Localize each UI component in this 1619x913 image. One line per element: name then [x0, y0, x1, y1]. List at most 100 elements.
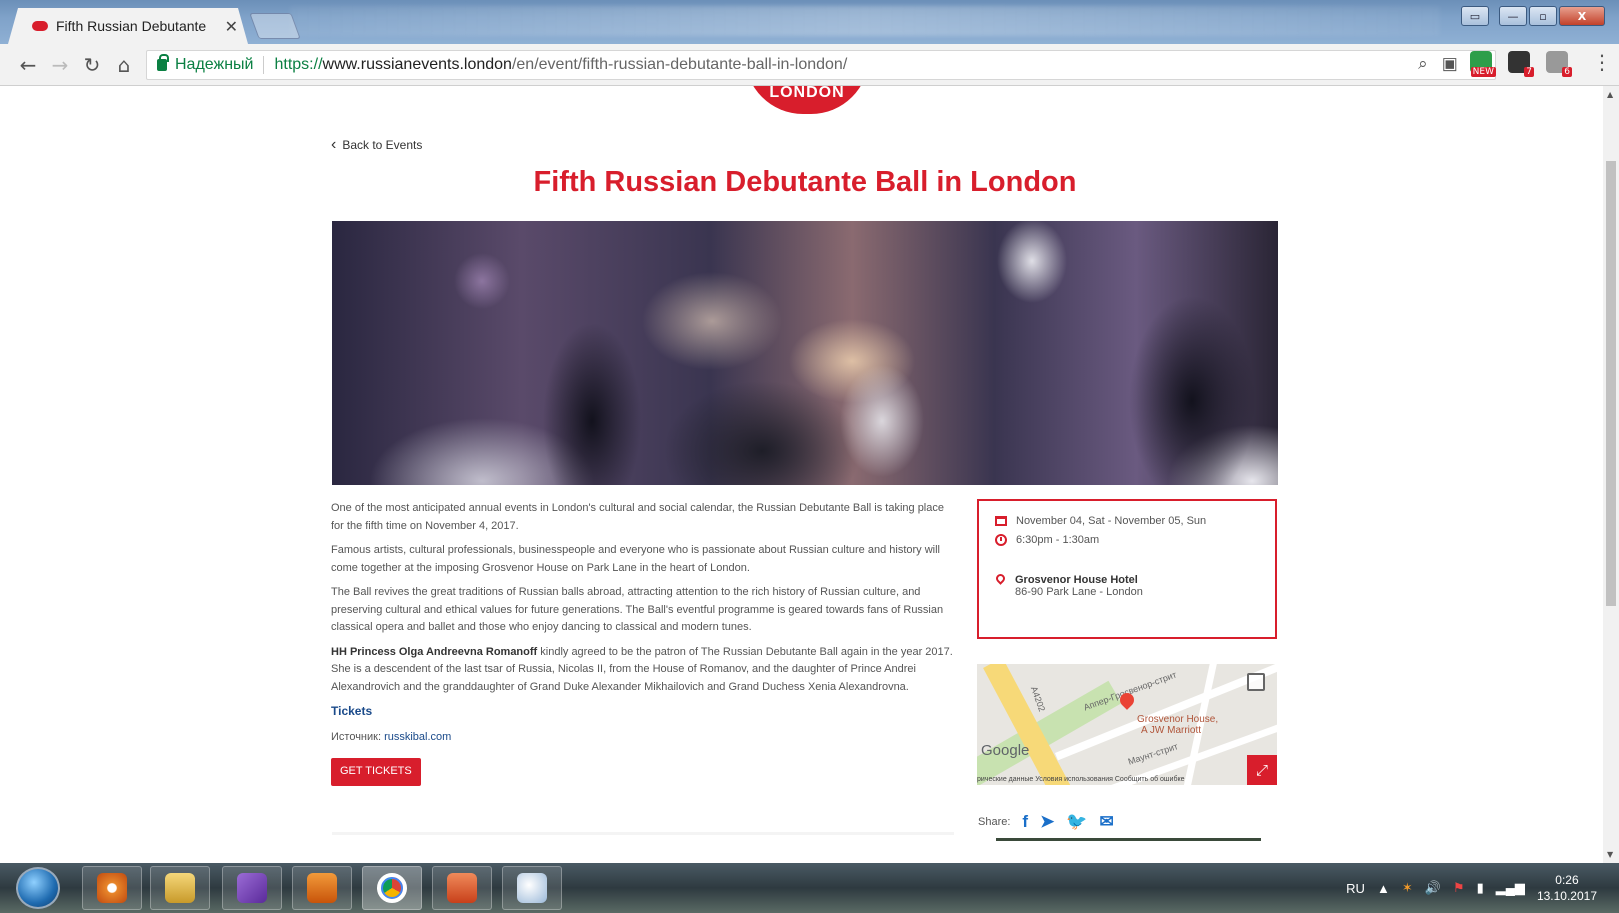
clock-icon [995, 534, 1007, 546]
map-place-label: A JW Marriott [1141, 725, 1202, 736]
reload-icon[interactable]: ↻ [76, 53, 108, 77]
show-hidden-icons-icon[interactable]: ▲ [1377, 881, 1390, 896]
site-logo[interactable]: LONDON [745, 86, 869, 114]
user-profile-button[interactable]: ▭ [1461, 6, 1489, 26]
extension-puzzle-icon[interactable]: 6 [1546, 51, 1572, 77]
home-icon[interactable]: ⌂ [108, 53, 140, 77]
patron-name: HH Princess Olga Andreevna Romanoff [331, 645, 538, 658]
source-label: Источник: [331, 730, 385, 743]
tab-title: Fifth Russian Debutante [56, 18, 207, 34]
get-tickets-button[interactable]: GET TICKETS [331, 758, 421, 786]
source-link[interactable]: russkibal.com [384, 731, 451, 743]
event-info-box: November 04, Sat - November 05, Sun 6:30… [977, 499, 1277, 639]
taskbar-viewer-app[interactable] [82, 866, 142, 910]
extension-icons: NEW 7 6 ⋮ [1470, 50, 1612, 77]
clock-date: 13.10.2017 [1536, 889, 1597, 903]
event-time: 6:30pm - 1:30am [1016, 534, 1100, 546]
event-dates-row: November 04, Sat - November 05, Sun [995, 515, 1259, 527]
source-line: Источник: russkibal.com [331, 729, 955, 747]
translate-icon[interactable]: ▣ [1442, 54, 1458, 74]
location-pin-icon [994, 572, 1007, 585]
paint-palette-icon [517, 873, 547, 903]
taskbar-paint-app[interactable] [502, 866, 562, 910]
map-place-label: Grosvenor House, [1137, 714, 1219, 725]
url-path: /en/event/fifth-russian-debutante-ball-i… [511, 56, 848, 73]
scroll-down-icon[interactable]: ▼ [1607, 850, 1613, 859]
taskbar-clock[interactable]: 0:26 13.10.2017 [1537, 872, 1597, 904]
url-host: www.russianevents.london [322, 56, 512, 73]
window-titlebar: Fifth Russian Debutante ✕ ▭ — ▫ X [0, 0, 1619, 44]
telegram-icon[interactable]: ➤ [1040, 812, 1054, 832]
window-controls: ▭ — ▫ X [1461, 6, 1605, 26]
browser-menu-icon[interactable]: ⋮ [1592, 50, 1612, 74]
address-bar[interactable]: Надежный https:// www.russianevents.lond… [146, 50, 1496, 80]
event-hero-image [332, 221, 1278, 485]
system-tray: RU ▲ ✶ 🔊 ⚑ ▮ ▂▄▆ 0:26 13.10.2017 [1346, 863, 1597, 913]
email-icon[interactable]: ✉ [1100, 812, 1114, 832]
folder-icon [165, 873, 195, 903]
browser-tab[interactable]: Fifth Russian Debutante ✕ [8, 8, 248, 44]
volume-icon[interactable]: 🔊 [1425, 880, 1441, 896]
share-label: Share: [978, 816, 1011, 828]
extension-new-icon[interactable]: NEW [1470, 51, 1496, 77]
calendar-icon [995, 516, 1007, 526]
venue-name: Grosvenor House Hotel [1015, 574, 1138, 586]
venue-map[interactable]: A4202 Аппер-Гросвенор-стрит Маунт-стрит … [977, 664, 1277, 785]
extension-ghost-icon[interactable]: 7 [1508, 51, 1534, 77]
google-logo: Google [981, 742, 1030, 759]
back-link-label: Back to Events [342, 138, 423, 152]
venue-address: 86-90 Park Lane - London [1015, 586, 1143, 598]
expand-map-icon[interactable]: ⤢ [1247, 755, 1277, 785]
maximize-button[interactable]: ▫ [1529, 6, 1557, 26]
language-indicator[interactable]: RU [1346, 881, 1365, 896]
chrome-icon [377, 873, 407, 903]
scrollbar-thumb[interactable] [1606, 161, 1616, 606]
action-center-flag-icon[interactable]: ⚑ [1453, 880, 1465, 896]
section-divider [332, 832, 954, 835]
chevron-left-icon: ‹ [331, 136, 337, 153]
taskbar-chrome-app[interactable] [362, 866, 422, 910]
browser-toolbar: ← → ↻ ⌂ Надежный https:// www.russianeve… [0, 44, 1619, 86]
lock-icon [157, 54, 169, 71]
start-button[interactable] [16, 867, 60, 909]
close-window-button[interactable]: X [1559, 6, 1605, 26]
eye-viewer-icon [97, 873, 127, 903]
description-paragraph: Famous artists, cultural professionals, … [331, 544, 940, 574]
omnibox-separator [263, 56, 265, 74]
venue-row: Grosvenor House Hotel 86-90 Park Lane - … [994, 572, 1259, 598]
venue-details: Grosvenor House Hotel 86-90 Park Lane - … [1015, 574, 1143, 598]
taskbar-media-app[interactable] [292, 866, 352, 910]
power-icon[interactable]: ▮ [1477, 880, 1484, 896]
minimize-button[interactable]: — [1499, 6, 1527, 26]
back-icon[interactable]: ← [12, 53, 44, 77]
secure-label: Надежный [175, 56, 254, 73]
taskbar-visual-studio-app[interactable] [222, 866, 282, 910]
page-title: Fifth Russian Debutante Ball in London [533, 166, 1077, 198]
map-footer: рические данные Условия использования Со… [977, 776, 1185, 783]
new-tab-button[interactable] [249, 13, 301, 39]
event-description: One of the most anticipated annual event… [331, 500, 955, 786]
map-fullscreen-icon[interactable] [1247, 673, 1265, 691]
twitter-icon[interactable]: 🐦 [1066, 812, 1087, 832]
scroll-up-icon[interactable]: ▲ [1607, 90, 1613, 99]
url-scheme: https:// [274, 56, 323, 73]
taskbar-editor-app[interactable] [432, 866, 492, 910]
description-paragraph: One of the most anticipated annual event… [331, 502, 944, 532]
page-viewport: LONDON ‹ Back to Events Fifth Russian De… [0, 86, 1603, 863]
share-bar: Share: f ➤ 🐦 ✉ [978, 812, 1114, 832]
close-tab-icon[interactable]: ✕ [225, 17, 238, 36]
forward-icon[interactable]: → [44, 53, 76, 77]
back-to-events-link[interactable]: ‹ Back to Events [331, 136, 422, 154]
map-road-label: A4202 [1028, 685, 1048, 713]
media-player-icon [307, 873, 337, 903]
logo-text: LONDON [769, 86, 845, 101]
taskbar-explorer-app[interactable] [150, 866, 210, 910]
event-time-row: 6:30pm - 1:30am [995, 534, 1259, 546]
facebook-icon[interactable]: f [1022, 812, 1028, 832]
document-editor-icon [447, 873, 477, 903]
zoom-icon[interactable]: ⌕ [1418, 54, 1428, 74]
page-scrollbar[interactable]: ▲ ▼ [1603, 86, 1619, 863]
network-signal-icon[interactable]: ▂▄▆ [1496, 880, 1525, 896]
avast-icon[interactable]: ✶ [1402, 880, 1413, 896]
description-paragraph: The Ball revives the great traditions of… [331, 586, 944, 633]
